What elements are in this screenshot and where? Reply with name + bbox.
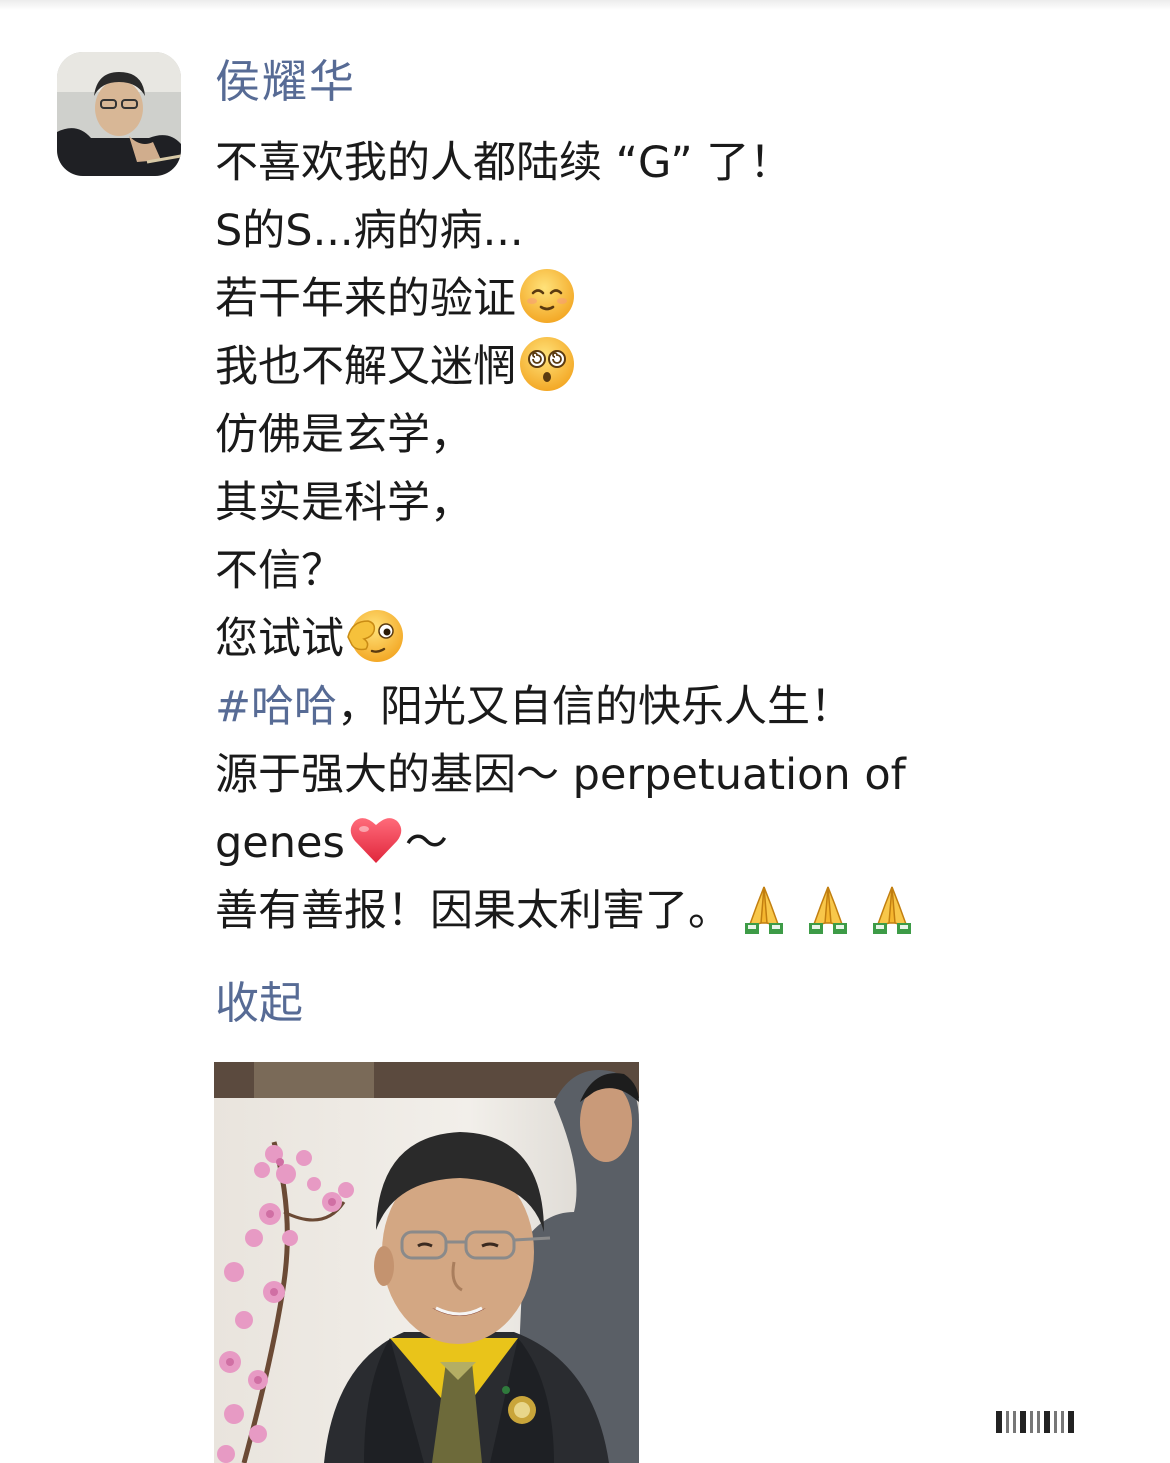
post-line-text: 不信？ [215,546,344,596]
dizzy-face-emoji-icon [518,335,576,393]
post-line-text: S的S...病的病... [215,206,524,256]
post-line-text: 若干年来的验证 [215,274,516,324]
post-line: 仿佛是玄学， [215,401,1115,469]
watermark-bar [1030,1411,1033,1433]
post-line-text: 仿佛是玄学， [215,410,473,460]
post-line-suffix: ～ [404,818,448,868]
watermark-bar [1044,1411,1050,1433]
smiling-relieved-face-emoji-icon [518,267,576,325]
hashtag-link[interactable]: #哈哈 [215,682,337,732]
watermark [996,1408,1146,1436]
post-line: 不信？ [215,537,1115,605]
post-line-text: 源于强大的基因～ perpetuation of [215,750,906,800]
watermark-bar [996,1411,1002,1433]
watermark-bar [1068,1411,1074,1433]
watermark-bar [1061,1411,1064,1433]
watermark-bar [1054,1411,1057,1433]
post-line-text: 我也不解又迷惘 [215,342,516,392]
folded-hands-emoji-icon [735,883,793,935]
post-line-text: 善有善报！因果太利害了。 [215,886,731,936]
post-line: #哈哈，阳光又自信的快乐人生！ [215,673,1115,741]
post-line-text: 您试试 [215,614,344,664]
post-line: 我也不解又迷惘 [215,333,1115,401]
post-line: 源于强大的基因～ perpetuation of [215,741,1115,809]
face-peeking-eye-emoji-icon [346,607,404,665]
post-line-text: ，阳光又自信的快乐人生！ [337,682,854,732]
folded-hands-emoji-icon [799,883,857,935]
post-line-text: 其实是科学， [215,478,473,528]
post-line-text: genes [215,818,345,868]
post-line: 不喜欢我的人都陆续 “G” 了！ [215,129,1115,197]
post-line: genes ～ [215,809,1115,877]
post-line: 您试试 [215,605,1115,673]
folded-hands-emoji-icon [863,883,921,935]
top-edge [0,0,1170,10]
post-line-text: 不喜欢我的人都陆续 “G” 了！ [215,138,793,188]
post-line: 善有善报！因果太利害了。 [215,877,1115,945]
avatar[interactable] [57,52,181,176]
collapse-link[interactable]: 收起 [215,972,303,1036]
post-content: 不喜欢我的人都陆续 “G” 了！ S的S...病的病... 若干年来的验证 我也… [215,129,1115,945]
post-line: S的S...病的病... [215,197,1115,265]
red-heart-emoji-icon [347,811,405,869]
watermark-bar [1020,1411,1026,1433]
watermark-bar [1013,1411,1016,1433]
post-line: 其实是科学， [215,469,1115,537]
watermark-bar [1006,1411,1009,1433]
author-name[interactable]: 侯耀华 [215,52,356,112]
post-photo[interactable] [214,1062,639,1463]
watermark-bar [1037,1411,1040,1433]
post-line: 若干年来的验证 [215,265,1115,333]
